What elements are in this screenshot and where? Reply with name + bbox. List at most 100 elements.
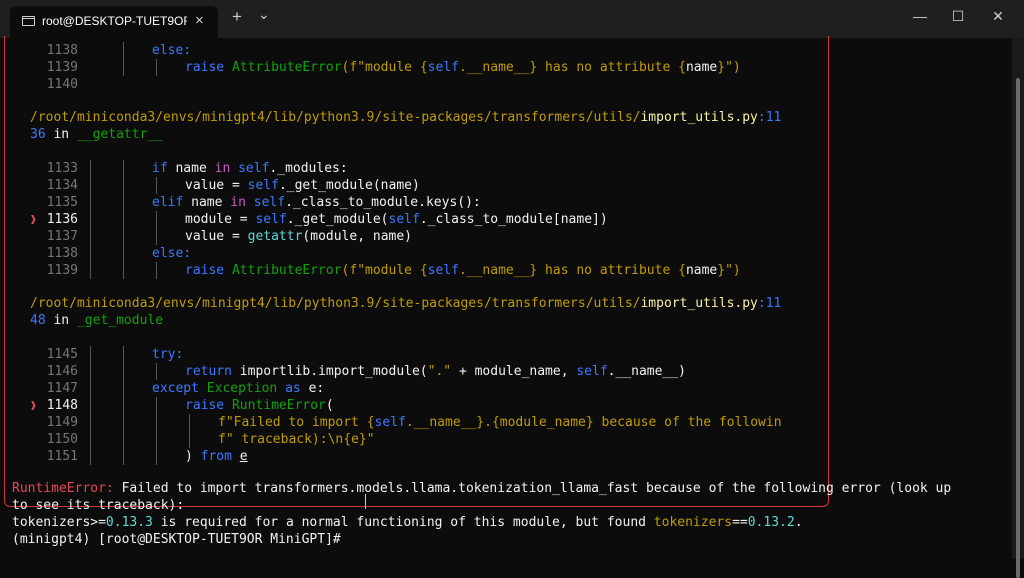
error-line: RuntimeError: Failed to import transform… bbox=[12, 480, 951, 497]
new-tab-button[interactable]: + bbox=[232, 7, 242, 27]
code-self: self bbox=[576, 364, 608, 379]
vertical-scrollbar[interactable] bbox=[1012, 38, 1024, 578]
code-line: ) from e bbox=[185, 448, 248, 465]
indent-guide bbox=[189, 414, 190, 448]
frame-lineno: 36 bbox=[30, 127, 46, 142]
frame-dir: /root/miniconda3/envs/minigpt4/lib/pytho… bbox=[30, 296, 641, 311]
code-text: ( bbox=[325, 398, 334, 413]
code-string: .__name__}.{module_name} because of the … bbox=[405, 415, 782, 430]
line-number: 1138 bbox=[46, 246, 78, 261]
code-line: try: bbox=[152, 346, 183, 363]
frame-dir: /root/miniconda3/envs/minigpt4/lib/pytho… bbox=[30, 110, 641, 125]
code-text: value = bbox=[185, 178, 248, 193]
terminal-output[interactable]: 1138 else: 1139 raise AttributeError(f"m… bbox=[0, 36, 1010, 559]
terminal-tab[interactable]: root@DESKTOP-TUET9OR:/mi × bbox=[10, 6, 218, 38]
error-text: . bbox=[794, 515, 803, 530]
code-text: value = bbox=[185, 229, 248, 244]
code-keyword: except bbox=[152, 381, 199, 396]
line-number: 1145 bbox=[46, 347, 78, 362]
code-text: ) bbox=[185, 449, 201, 464]
code-keyword: if bbox=[152, 161, 168, 176]
text-cursor bbox=[365, 494, 366, 509]
code-keyword: as bbox=[285, 381, 301, 396]
code-line: f" traceback):\n{e}" bbox=[218, 431, 375, 448]
line-number: 1135 bbox=[46, 195, 78, 210]
code-keyword: raise bbox=[185, 60, 225, 75]
error-version: 0.13.3 bbox=[105, 515, 153, 530]
code-keyword: else: bbox=[152, 43, 192, 58]
frame-file: import_utils.py bbox=[640, 110, 758, 125]
scrollbar-thumb[interactable] bbox=[1016, 78, 1020, 578]
close-window-button[interactable]: ✕ bbox=[988, 8, 1008, 25]
code-line: value = getattr(module, name) bbox=[185, 228, 412, 245]
frame-func-line: 36 in __getattr__ bbox=[30, 126, 163, 143]
code-text: ._get_module( bbox=[286, 212, 389, 227]
code-line: raise RuntimeError( bbox=[185, 397, 334, 414]
code-keyword: raise bbox=[185, 398, 225, 413]
error-line: to see its traceback): bbox=[12, 498, 185, 513]
minimize-button[interactable]: — bbox=[910, 8, 930, 24]
line-number: 1147 bbox=[46, 381, 78, 396]
shell-prompt: (minigpt4) [root@DESKTOP-TUET9OR MiniGPT… bbox=[12, 532, 341, 547]
error-text: == bbox=[732, 515, 748, 530]
terminal-icon bbox=[22, 16, 35, 26]
code-line: value = self._get_module(name) bbox=[185, 177, 420, 194]
code-line: raise AttributeError(f"module {self.__na… bbox=[185, 262, 741, 279]
error-message: Failed to import transformers.models.lla… bbox=[113, 481, 952, 496]
line-number: 1133 bbox=[46, 161, 78, 176]
code-line: f"Failed to import {self.__name__}.{modu… bbox=[218, 414, 782, 431]
code-string: }") bbox=[717, 60, 741, 75]
tab-close-button[interactable]: × bbox=[195, 12, 204, 29]
code-text: e bbox=[239, 449, 248, 464]
code-line: raise AttributeError(f"module {self.__na… bbox=[185, 59, 741, 76]
code-text: .__name__) bbox=[607, 364, 686, 379]
code-text: e: bbox=[308, 381, 325, 396]
code-line: else: bbox=[152, 245, 191, 262]
title-bar: root@DESKTOP-TUET9OR:/mi × + ⌄ — ☐ ✕ bbox=[0, 0, 1024, 38]
code-line: elif name in self._class_to_module.keys(… bbox=[152, 194, 481, 211]
code-text: ._class_to_module[name]) bbox=[419, 212, 608, 227]
tab-dropdown-button[interactable]: ⌄ bbox=[258, 6, 270, 23]
code-text: ._class_to_module.keys(): bbox=[285, 195, 481, 210]
maximize-button[interactable]: ☐ bbox=[948, 8, 968, 25]
code-class: Exception bbox=[206, 381, 278, 396]
code-keyword: from bbox=[200, 449, 232, 464]
frame-func: _get_module bbox=[76, 313, 164, 328]
code-keyword: in bbox=[214, 161, 231, 176]
code-text: + module_name, bbox=[451, 364, 577, 379]
error-package: tokenizers bbox=[653, 515, 733, 530]
frame-in: in bbox=[53, 127, 70, 142]
gutter-divider bbox=[90, 346, 91, 465]
line-number: 1149 bbox=[46, 415, 78, 430]
indent-guide bbox=[156, 363, 157, 380]
code-text: importlib.import_module( bbox=[239, 364, 428, 379]
code-self: self bbox=[427, 60, 459, 75]
code-line: return importlib.import_module("." + mod… bbox=[185, 363, 686, 380]
indent-guide bbox=[156, 262, 157, 279]
line-number: 1140 bbox=[46, 77, 78, 92]
code-text: ._get_module(name) bbox=[278, 178, 420, 193]
code-string: .__name__} has no attribute { bbox=[458, 60, 686, 75]
code-string: .__name__} has no attribute { bbox=[458, 263, 686, 278]
indent-guide bbox=[156, 211, 157, 245]
code-string: f" traceback):\n{e}" bbox=[218, 432, 375, 447]
code-string: f"Failed to import { bbox=[218, 415, 375, 430]
indent-guide bbox=[123, 42, 124, 76]
tab-title: root@DESKTOP-TUET9OR:/mi bbox=[42, 14, 187, 28]
code-class: RuntimeError bbox=[231, 398, 326, 413]
code-text: name bbox=[191, 195, 223, 210]
code-builtin: getattr bbox=[247, 229, 303, 244]
code-keyword: return bbox=[185, 364, 232, 379]
current-line-number: 1148 bbox=[46, 398, 78, 413]
code-keyword: raise bbox=[185, 263, 225, 278]
line-number: 1137 bbox=[46, 229, 78, 244]
code-self: self bbox=[388, 212, 420, 227]
code-text: name bbox=[175, 161, 207, 176]
code-self: self bbox=[374, 415, 406, 430]
frame-file: import_utils.py bbox=[640, 296, 758, 311]
error-line: tokenizers>=0.13.3 is required for a nor… bbox=[12, 514, 803, 531]
code-string: (f"module { bbox=[341, 263, 428, 278]
code-self: self bbox=[247, 178, 279, 193]
frame-path: /root/miniconda3/envs/minigpt4/lib/pytho… bbox=[30, 295, 781, 312]
error-type: RuntimeError: bbox=[12, 481, 114, 496]
